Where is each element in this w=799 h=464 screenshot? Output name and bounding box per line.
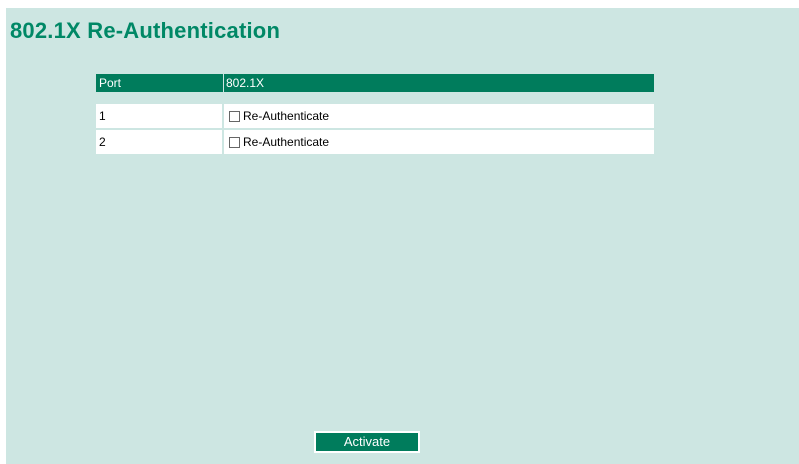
table-body: 1 Re-Authenticate 2 Re-Authenticate xyxy=(96,104,654,156)
content-frame: 802.1X Re-Authentication Port 802.1X 1 R… xyxy=(6,8,799,464)
port-number: 2 xyxy=(96,130,224,154)
port-table: Port 802.1X 1 Re-Authenticate 2 Re-Authe… xyxy=(96,74,654,156)
port-number: 1 xyxy=(96,104,224,128)
dot1x-column-header: 802.1X xyxy=(226,76,265,90)
page-title: 802.1X Re-Authentication xyxy=(10,18,281,43)
reauth-cell: Re-Authenticate xyxy=(224,130,654,154)
table-row: 2 Re-Authenticate xyxy=(96,130,654,156)
reauth-label[interactable]: Re-Authenticate xyxy=(243,104,329,128)
port-column-header: Port xyxy=(96,74,224,92)
reauth-checkbox[interactable] xyxy=(229,110,240,122)
activate-button[interactable]: Activate xyxy=(314,431,420,453)
reauth-checkbox[interactable] xyxy=(229,136,240,148)
table-header: Port 802.1X xyxy=(96,74,654,92)
reauth-cell: Re-Authenticate xyxy=(224,104,654,128)
reauth-label[interactable]: Re-Authenticate xyxy=(243,130,329,154)
table-row: 1 Re-Authenticate xyxy=(96,104,654,130)
